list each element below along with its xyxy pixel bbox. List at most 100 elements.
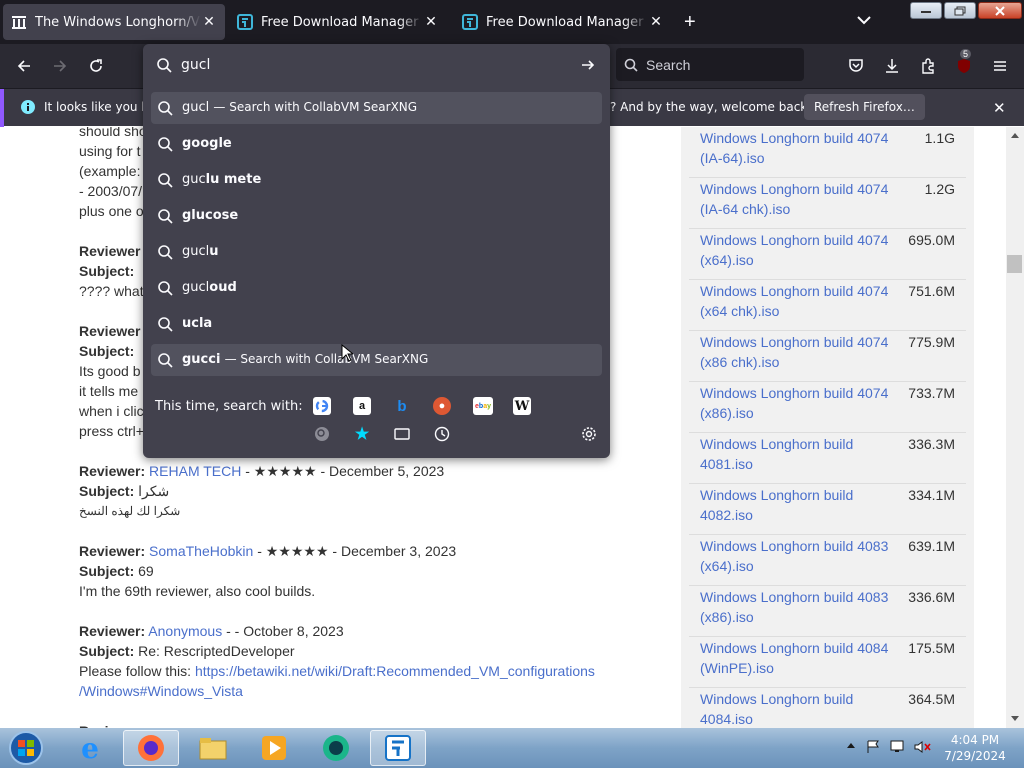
file-size: 364.5M xyxy=(908,691,955,707)
duckduckgo-icon[interactable]: ● xyxy=(433,397,451,415)
tab-longhorn-archive[interactable]: The Windows Longhorn/Vista Archive ✕ xyxy=(3,4,225,40)
search-suggestion[interactable]: gucl — Search with CollabVM SearXNG xyxy=(151,92,602,124)
subject-label: Subject: xyxy=(79,343,135,359)
file-link[interactable]: Windows Longhorn build 4074 (x64).iso xyxy=(700,230,900,270)
network-icon[interactable] xyxy=(890,740,908,754)
partial-review: Reviewer Subject: Its good b it tells me… xyxy=(79,321,144,441)
urlbar-input[interactable]: gucl xyxy=(143,44,610,86)
downloads-icon[interactable] xyxy=(882,56,902,76)
volume-muted-icon[interactable] xyxy=(914,740,932,754)
file-link[interactable]: Windows Longhorn build 4074 (IA-64).iso xyxy=(700,128,900,168)
file-link[interactable]: Windows Longhorn build 4074 (x86 chk).is… xyxy=(700,332,900,372)
search-bar[interactable]: Search xyxy=(616,48,804,81)
file-link[interactable]: Windows Longhorn build 4074 (IA-64 chk).… xyxy=(700,179,900,219)
scroll-up-icon[interactable] xyxy=(1010,131,1020,139)
reviewer-label: Reviewer: xyxy=(79,463,146,479)
suggestion-typed: gucl xyxy=(182,244,210,259)
review-subject: Re: RescriptedDeveloper xyxy=(138,643,295,659)
search-icon xyxy=(158,245,173,260)
search-suggestion[interactable]: gucloud xyxy=(151,272,602,304)
file-size: 733.7M xyxy=(908,385,955,401)
amazon-icon[interactable]: a xyxy=(353,397,371,415)
window-controls xyxy=(910,2,1022,19)
file-link[interactable]: Windows Longhorn build 4083 (x86).iso xyxy=(700,587,900,627)
search-suggestion[interactable]: google xyxy=(151,128,602,160)
scrollbar-thumb[interactable] xyxy=(1007,255,1022,273)
reviewer-link[interactable]: Anonymous xyxy=(148,623,222,639)
close-icon[interactable]: ✕ xyxy=(993,99,1006,117)
media-player-icon[interactable] xyxy=(246,730,302,766)
text-line: - 2003/07/ xyxy=(79,183,143,199)
internet-explorer-icon[interactable]: e xyxy=(62,730,118,766)
history-icon[interactable] xyxy=(433,425,451,443)
betawiki-link[interactable]: https://betawiki.net/wiki/Draft:Recommen… xyxy=(195,663,595,679)
explorer-icon[interactable] xyxy=(185,730,241,766)
action-center-flag-icon[interactable] xyxy=(866,740,882,754)
tab-close-icon[interactable]: ✕ xyxy=(648,14,664,30)
reviewer-link[interactable]: SomaTheHobkin xyxy=(149,543,253,559)
google-icon[interactable] xyxy=(313,397,331,415)
maximize-button[interactable] xyxy=(944,2,976,19)
fdm-icon[interactable] xyxy=(370,730,426,766)
searxng-icon[interactable] xyxy=(313,425,331,443)
suggestion-completion: u xyxy=(209,244,219,259)
file-link[interactable]: Windows Longhorn build 4074 (x86).iso xyxy=(700,383,900,423)
search-suggestion[interactable]: glucose xyxy=(151,200,602,232)
suggestion-typed: gucl xyxy=(182,280,210,295)
forward-icon[interactable] xyxy=(50,56,70,76)
tab-close-icon[interactable]: ✕ xyxy=(423,14,439,30)
bing-icon[interactable]: b xyxy=(393,397,411,415)
minimize-button[interactable] xyxy=(910,2,942,19)
tray-expand-icon[interactable] xyxy=(846,740,856,750)
info-icon xyxy=(21,100,35,114)
pocket-icon[interactable] xyxy=(846,56,866,76)
ebay-icon[interactable]: ebay xyxy=(473,397,493,415)
start-orb-icon[interactable] xyxy=(2,730,50,766)
firefox-icon[interactable] xyxy=(123,730,179,766)
suggestion-text: ucla xyxy=(182,316,212,331)
text-line: plus one o xyxy=(79,203,144,219)
refresh-firefox-button[interactable]: Refresh Firefox… xyxy=(804,94,925,120)
scroll-down-icon[interactable] xyxy=(1010,715,1020,723)
subject-label: Subject: xyxy=(79,483,135,499)
back-icon[interactable] xyxy=(14,56,34,76)
search-suggestion[interactable]: guclu mete xyxy=(151,164,602,196)
notification-text: It looks like you ha xyxy=(44,100,157,114)
search-suggestion[interactable]: guclu xyxy=(151,236,602,268)
reload-icon[interactable] xyxy=(86,56,106,76)
file-link[interactable]: Windows Longhorn build 4084 (WinPE).iso xyxy=(700,638,900,678)
collabvm-icon[interactable] xyxy=(308,730,364,766)
tab-close-icon[interactable]: ✕ xyxy=(201,14,217,30)
tabs-icon[interactable] xyxy=(393,425,411,443)
file-link[interactable]: Windows Longhorn build 4074 (x64 chk).is… xyxy=(700,281,900,321)
fdm-favicon-icon xyxy=(462,14,478,30)
search-settings-gear-icon[interactable] xyxy=(580,425,598,443)
file-link[interactable]: Windows Longhorn build 4084.iso xyxy=(700,689,900,728)
betawiki-link-continued[interactable]: /Windows#Windows_Vista xyxy=(79,681,595,701)
tab-fdm-windows[interactable]: Free Download Manager for Windows ✕ xyxy=(229,4,447,40)
file-size: 639.1M xyxy=(908,538,955,554)
file-link[interactable]: Windows Longhorn build 4081.iso xyxy=(700,434,900,474)
suggestion-completion: google xyxy=(182,136,232,151)
extensions-icon[interactable] xyxy=(918,56,938,76)
page-scrollbar[interactable] xyxy=(1006,127,1024,728)
go-arrow-icon[interactable] xyxy=(580,57,596,73)
suggestion-text: gucloud xyxy=(182,280,237,295)
search-icon xyxy=(624,58,638,72)
wikipedia-icon[interactable]: W xyxy=(513,397,531,415)
system-clock[interactable]: 4:04 PM 7/29/2024 xyxy=(940,732,1010,764)
ublock-icon[interactable]: 5 xyxy=(954,49,974,76)
review-body: I'm the 69th reviewer, also cool builds. xyxy=(79,583,316,599)
file-link[interactable]: Windows Longhorn build 4082.iso xyxy=(700,485,900,525)
close-window-button[interactable] xyxy=(978,2,1022,19)
menu-icon[interactable] xyxy=(990,56,1010,76)
new-tab-icon[interactable]: + xyxy=(684,12,696,32)
tab-fdm-absolute[interactable]: Free Download Manager - absolute ✕ xyxy=(454,4,672,40)
bookmarks-icon[interactable]: ★ xyxy=(353,425,371,443)
search-suggestion[interactable]: gucci — Search with CollabVM SearXNG xyxy=(151,344,602,376)
chevron-down-icon[interactable] xyxy=(856,12,872,28)
search-suggestion[interactable]: ucla xyxy=(151,308,602,340)
partial-review-text: should sho using for t (example: - 2003/… xyxy=(79,127,147,221)
reviewer-link[interactable]: REHAM TECH xyxy=(149,463,241,479)
file-link[interactable]: Windows Longhorn build 4083 (x64).iso xyxy=(700,536,900,576)
